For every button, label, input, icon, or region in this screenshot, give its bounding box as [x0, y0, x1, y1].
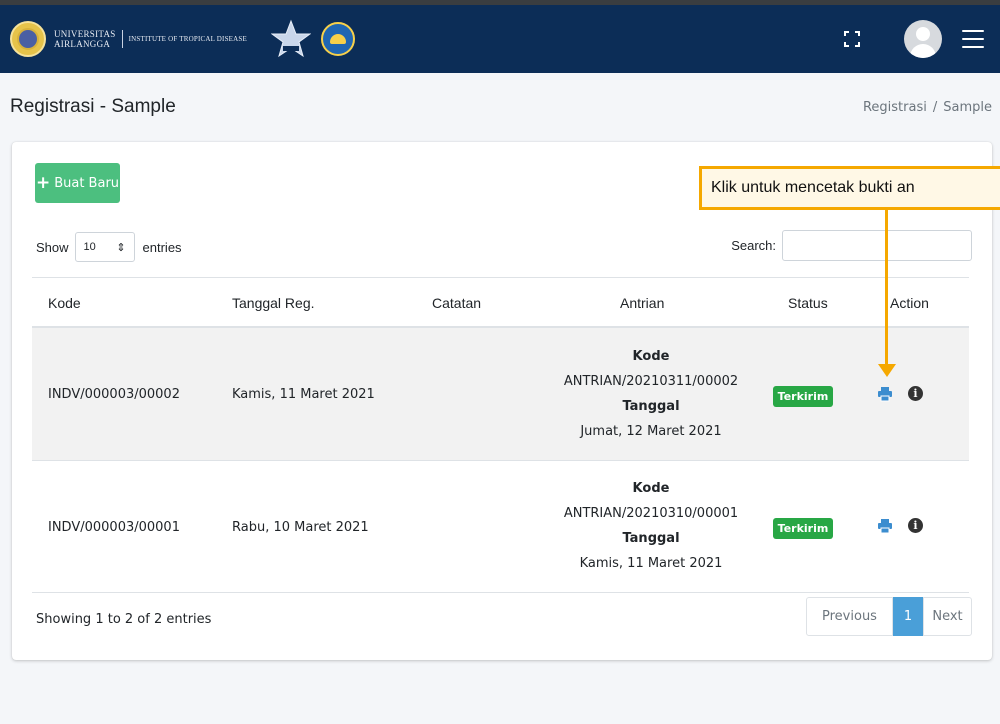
top-navbar: UNIVERSITAS AIRLANGGA INSTITUTE OF TROPI…: [0, 0, 1000, 73]
column-header-antrian[interactable]: Antrian: [620, 295, 664, 311]
entries-label: entries: [142, 239, 182, 255]
user-avatar-icon[interactable]: [904, 20, 942, 58]
show-label: Show: [36, 239, 69, 255]
column-header-status[interactable]: Status: [788, 295, 828, 311]
content-card: + Buat Baru Show 10 ⇕ entries Search: Ko…: [12, 142, 992, 660]
pagination-previous[interactable]: Previous: [806, 597, 893, 636]
entries-length-control: Show 10 ⇕ entries: [36, 232, 182, 262]
info-icon[interactable]: i: [908, 386, 923, 401]
antrian-tanggal: Kamis, 11 Maret 2021: [579, 556, 723, 571]
table-row: INDV/000003/00002 Kamis, 11 Maret 2021 K…: [32, 328, 969, 461]
column-header-tanggal[interactable]: Tanggal Reg.: [232, 295, 315, 311]
table-header: Kode Tanggal Reg. Catatan Antrian Status…: [32, 277, 969, 328]
breadcrumb-separator: /: [932, 100, 938, 115]
annotation-arrow-head: [878, 364, 896, 377]
print-icon[interactable]: [877, 386, 893, 402]
table-row: INDV/000003/00001 Rabu, 10 Maret 2021 Ko…: [32, 461, 969, 593]
status-badge: Terkirim: [773, 518, 833, 539]
status-badge: Terkirim: [773, 386, 833, 407]
plus-icon: +: [35, 172, 51, 193]
antrian-kode: ANTRIAN/20210310/00001: [563, 506, 739, 521]
column-header-kode[interactable]: Kode: [48, 295, 81, 311]
brand-text: UNIVERSITAS AIRLANGGA INSTITUTE OF TROPI…: [54, 29, 247, 49]
tut-wuri-icon: [320, 22, 355, 56]
row-tanggal: Kamis, 11 Maret 2021: [232, 387, 375, 402]
annotation-callout: Klik untuk mencetak bukti an: [699, 166, 1000, 210]
fullscreen-icon[interactable]: [844, 31, 860, 47]
antrian-kode-label: Kode: [632, 481, 670, 496]
breadcrumb-item-registrasi[interactable]: Registrasi: [863, 100, 927, 115]
antrian-tanggal-label: Tanggal: [622, 531, 680, 546]
row-tanggal: Rabu, 10 Maret 2021: [232, 520, 369, 535]
institute-name: INSTITUTE OF TROPICAL DISEASE: [128, 35, 247, 43]
antrian-tanggal: Jumat, 12 Maret 2021: [580, 424, 722, 439]
brand[interactable]: UNIVERSITAS AIRLANGGA INSTITUTE OF TROPI…: [10, 19, 355, 59]
annotation-arrow-line: [885, 210, 888, 370]
sort-caret-icon: ⇕: [116, 241, 126, 254]
search-label: Search:: [731, 238, 776, 253]
row-kode: INDV/000003/00001: [48, 520, 180, 535]
menu-icon[interactable]: [962, 30, 984, 48]
row-antrian: Kode ANTRIAN/20210310/00001 Tanggal Kami…: [516, 476, 786, 576]
column-header-catatan[interactable]: Catatan: [432, 295, 481, 311]
entries-value: 10: [83, 241, 96, 253]
antrian-kode: ANTRIAN/20210311/00002: [563, 374, 739, 389]
search-control: Search:: [731, 230, 972, 261]
university-name-line2: AIRLANGGA: [54, 39, 111, 49]
column-header-action[interactable]: Action: [890, 295, 929, 311]
antrian-kode-label: Kode: [632, 349, 670, 364]
star-logo-icon: [270, 19, 311, 59]
info-icon[interactable]: i: [908, 518, 923, 533]
search-input[interactable]: [782, 230, 972, 261]
pagination: Previous 1 Next: [806, 597, 972, 636]
navbar-actions: [844, 5, 1000, 73]
antrian-tanggal-label: Tanggal: [622, 399, 680, 414]
create-new-label: Buat Baru: [54, 175, 120, 191]
breadcrumb: Registrasi / Sample: [863, 100, 992, 115]
university-name-line1: UNIVERSITAS: [54, 29, 116, 39]
page-title: Registrasi - Sample: [10, 96, 176, 117]
create-new-button[interactable]: + Buat Baru: [35, 163, 120, 203]
table-info: Showing 1 to 2 of 2 entries: [36, 612, 212, 627]
registration-table: Kode Tanggal Reg. Catatan Antrian Status…: [32, 277, 969, 593]
print-icon[interactable]: [877, 518, 893, 534]
entries-select[interactable]: 10 ⇕: [74, 232, 135, 262]
university-seal-icon: [10, 21, 46, 57]
row-kode: INDV/000003/00002: [48, 387, 180, 402]
brand-separator: [121, 30, 123, 48]
pagination-page-1[interactable]: 1: [893, 597, 923, 636]
row-antrian: Kode ANTRIAN/20210311/00002 Tanggal Juma…: [516, 344, 786, 444]
breadcrumb-item-sample: Sample: [943, 100, 992, 115]
pagination-next[interactable]: Next: [923, 597, 972, 636]
